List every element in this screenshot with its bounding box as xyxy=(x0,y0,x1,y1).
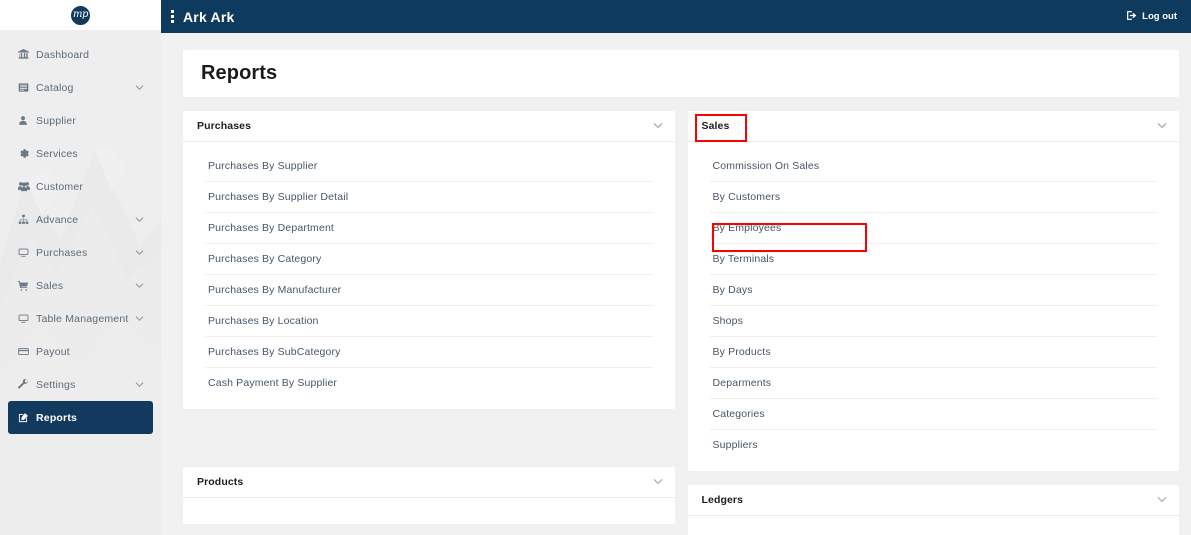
purchases-panel: Purchases Purchases By Supplier Purchase… xyxy=(183,111,675,409)
sidebar-item-label: Settings xyxy=(36,378,76,391)
chevron-down-icon[interactable] xyxy=(135,315,144,321)
sidebar-item-table-management[interactable]: Table Management xyxy=(8,302,153,335)
purchases-panel-title: Purchases xyxy=(197,120,252,132)
sales-item-by-terminals[interactable]: By Terminals xyxy=(709,244,1157,275)
sales-item-deparments[interactable]: Deparments xyxy=(709,368,1157,399)
brand-logo-icon: mp xyxy=(71,5,90,25)
sidebar-item-supplier[interactable]: Supplier xyxy=(8,104,153,137)
sidebar-item-label: Supplier xyxy=(36,114,77,127)
sidebar-item-advance[interactable]: Advance xyxy=(8,203,153,236)
purchases-item-by-category[interactable]: Purchases By Category xyxy=(205,244,653,275)
sales-item-by-days[interactable]: By Days xyxy=(709,275,1157,306)
sales-item-by-customers[interactable]: By Customers xyxy=(709,182,1157,213)
ledgers-panel-body xyxy=(688,516,1180,535)
sidebar-item-label: Payout xyxy=(36,345,70,358)
cart-icon xyxy=(18,280,34,291)
chevron-down-icon[interactable] xyxy=(653,478,663,485)
sidebar-item-label: Sales xyxy=(36,279,64,292)
left-column: Purchases Purchases By Supplier Purchase… xyxy=(183,111,675,535)
sidebar-item-label: Purchases xyxy=(36,246,88,259)
chevron-down-icon[interactable] xyxy=(1157,496,1167,503)
purchases-item-by-subcategory[interactable]: Purchases By SubCategory xyxy=(205,337,653,368)
chevron-down-icon[interactable] xyxy=(135,216,144,222)
ledgers-panel: Ledgers xyxy=(687,485,1180,535)
sales-item-commission-on-sales[interactable]: Commission On Sales xyxy=(709,151,1157,182)
sidebar-item-settings[interactable]: Settings xyxy=(8,368,153,401)
sidebar-item-label: Advance xyxy=(36,213,79,226)
ledgers-panel-title: Ledgers xyxy=(701,494,744,506)
sales-item-by-employees[interactable]: By Employees xyxy=(709,213,1157,244)
purchases-item-cash-payment-by-supplier[interactable]: Cash Payment By Supplier xyxy=(205,368,653,398)
gear-icon xyxy=(18,148,34,159)
purchases-panel-body: Purchases By Supplier Purchases By Suppl… xyxy=(183,142,675,409)
bank-icon xyxy=(18,49,34,60)
ledgers-panel-header[interactable]: Ledgers xyxy=(687,485,1179,516)
sitemap-icon xyxy=(18,214,34,225)
sidebar-logo[interactable]: mp xyxy=(0,0,161,30)
logout-button[interactable]: Log out xyxy=(1126,10,1177,24)
page-title-card: Reports xyxy=(183,50,1179,97)
monitor-icon xyxy=(18,313,34,324)
products-panel: Products xyxy=(183,467,675,524)
sidebar-item-sales[interactable]: Sales xyxy=(8,269,153,302)
monitor-icon xyxy=(18,247,34,258)
sidebar-item-services[interactable]: Services xyxy=(8,137,153,170)
sales-panel-body: Commission On Sales By Customers By Empl… xyxy=(688,142,1180,471)
sales-panel-title: Sales xyxy=(701,120,730,132)
sales-item-suppliers[interactable]: Suppliers xyxy=(710,430,1158,460)
chevron-down-icon[interactable] xyxy=(135,84,144,90)
products-panel-title: Products xyxy=(197,476,244,488)
sidebar-item-label: Catalog xyxy=(36,81,74,94)
kebab-menu-icon[interactable] xyxy=(171,10,174,23)
chevron-down-icon[interactable] xyxy=(135,282,144,288)
purchases-item-by-supplier-detail[interactable]: Purchases By Supplier Detail xyxy=(205,182,653,213)
sales-panel: Sales Commission On Sales By Customers B… xyxy=(687,111,1180,471)
products-panel-header[interactable]: Products xyxy=(183,467,675,498)
purchases-item-by-location[interactable]: Purchases By Location xyxy=(205,306,653,337)
chevron-down-icon[interactable] xyxy=(135,249,144,255)
brand-logo-text: mp xyxy=(73,9,88,20)
sidebar-item-label: Table Management xyxy=(36,312,129,325)
reports-panels: Purchases Purchases By Supplier Purchase… xyxy=(183,111,1179,535)
page-title: Reports xyxy=(201,62,278,84)
app-title: Ark Ark xyxy=(183,8,235,25)
products-panel-body xyxy=(183,498,675,524)
purchases-panel-header[interactable]: Purchases xyxy=(183,111,675,142)
chevron-down-icon[interactable] xyxy=(1157,122,1167,129)
chevron-down-icon[interactable] xyxy=(653,122,663,129)
sidebar-item-purchases[interactable]: Purchases xyxy=(8,236,153,269)
logout-label: Log out xyxy=(1142,11,1177,22)
list-icon xyxy=(18,82,34,93)
sales-item-categories[interactable]: Categories xyxy=(709,399,1157,430)
sidebar-item-label: Dashboard xyxy=(36,48,90,61)
sidebar-item-customer[interactable]: Customer xyxy=(8,170,153,203)
sales-panel-header[interactable]: Sales xyxy=(687,111,1179,142)
purchases-item-by-manufacturer[interactable]: Purchases By Manufacturer xyxy=(205,275,653,306)
sidebar-item-payout[interactable]: Payout xyxy=(8,335,153,368)
right-column: Sales Commission On Sales By Customers B… xyxy=(687,111,1180,535)
card-icon xyxy=(18,346,34,357)
purchases-item-by-department[interactable]: Purchases By Department xyxy=(205,213,653,244)
sidebar-item-dashboard[interactable]: Dashboard xyxy=(8,38,153,71)
people-icon xyxy=(18,181,34,192)
top-header-bar: Ark Ark Log out xyxy=(161,0,1191,33)
sales-item-by-products[interactable]: By Products xyxy=(709,337,1157,368)
sidebar-item-label: Services xyxy=(36,147,78,160)
purchases-item-by-supplier[interactable]: Purchases By Supplier xyxy=(205,151,653,182)
sidebar-nav: Dashboard Catalog Supplier Services Cust… xyxy=(0,30,161,434)
sign-out-icon xyxy=(1126,10,1137,24)
edit-square-icon xyxy=(18,412,34,423)
sidebar-item-label: Reports xyxy=(36,411,78,424)
sidebar: mp Dashboard Catalog Supplier Services C… xyxy=(0,0,161,535)
chevron-down-icon[interactable] xyxy=(135,381,144,387)
sidebar-item-catalog[interactable]: Catalog xyxy=(8,71,153,104)
sidebar-item-reports[interactable]: Reports xyxy=(8,401,153,434)
sidebar-item-label: Customer xyxy=(36,180,84,193)
wrench-icon xyxy=(18,379,34,390)
sales-item-shops[interactable]: Shops xyxy=(709,306,1157,337)
main-content: Reports Purchases Purchases By Supplier … xyxy=(161,33,1191,535)
person-icon xyxy=(18,115,34,126)
